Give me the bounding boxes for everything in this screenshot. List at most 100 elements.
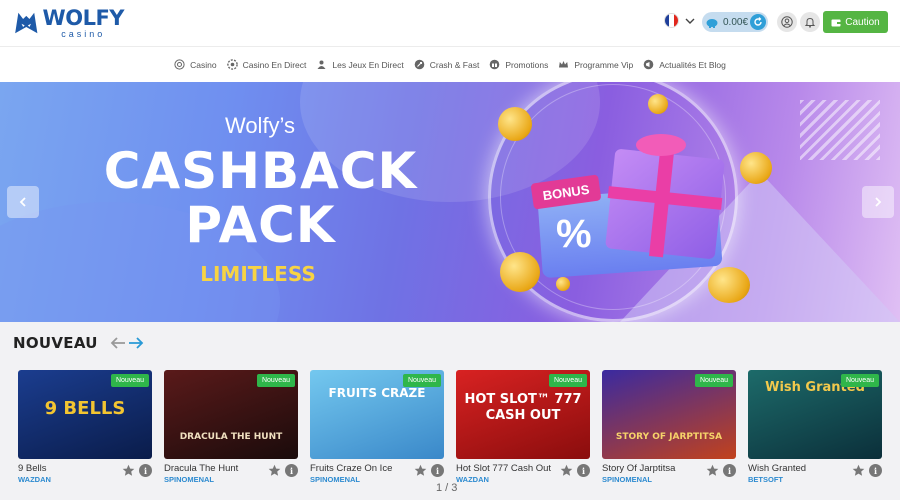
chevron-left-icon — [19, 197, 26, 207]
info-icon[interactable]: i — [723, 464, 736, 477]
new-badge: Nouveau — [402, 374, 441, 387]
game-name: Wish Granted — [748, 463, 807, 474]
game-card[interactable]: FRUITS CRAZE Nouveau Fruits Craze On Ice… — [310, 370, 444, 484]
gift-bow — [636, 134, 686, 156]
promo-banner[interactable]: Wolfy’s CASHBACK PACK LIMITLESS % BONUS — [0, 82, 900, 322]
nav-label: Casino En Direct — [242, 59, 307, 70]
top-header: WOLFY casino 0.00€ Caution — [0, 0, 900, 46]
nav-label: Programme Vip — [574, 59, 634, 70]
gold-coin — [740, 152, 772, 184]
game-thumbnail[interactable]: Wish Granted Nouveau — [748, 370, 882, 459]
deposit-button[interactable]: Caution — [823, 11, 888, 33]
wallet-balance[interactable]: 0.00€ — [702, 12, 768, 32]
game-card[interactable]: Wish Granted Nouveau Wish Granted BETSOF… — [748, 370, 882, 484]
arrow-left-icon[interactable] — [110, 336, 126, 350]
gold-coin — [498, 107, 532, 141]
deposit-label: Caution — [845, 16, 880, 28]
game-thumbnail[interactable]: 9 BELLS Nouveau — [18, 370, 152, 459]
favorite-star-icon[interactable] — [560, 464, 573, 477]
wallet-amount: 0.00€ — [723, 16, 749, 28]
banner-subtitle: Wolfy’s — [224, 113, 296, 138]
nav-item-promotions[interactable]: Promotions — [489, 59, 548, 70]
banner-next-button[interactable] — [862, 186, 894, 218]
banner-tagline: LIMITLESS — [200, 262, 316, 286]
info-icon[interactable]: i — [577, 464, 590, 477]
thumb-title: FRUITS CRAZE — [328, 386, 426, 400]
game-card[interactable]: HOT SLOT™ 777 CASH OUT Nouveau Hot Slot … — [456, 370, 590, 484]
logo-sub-text: casino — [61, 28, 106, 39]
chevron-down-icon — [685, 18, 695, 24]
banner-title: CASHBACK PACK — [103, 142, 418, 254]
game-thumbnail[interactable]: DRACULA THE HUNT Nouveau — [164, 370, 298, 459]
banner-prev-button[interactable] — [7, 186, 39, 218]
game-name: Story Of Jarptitsa — [602, 463, 676, 474]
user-icon — [781, 16, 793, 28]
game-name: Hot Slot 777 Cash Out — [456, 463, 552, 474]
account-button[interactable] — [777, 12, 797, 32]
nav-label: Promotions — [505, 59, 549, 70]
thumb-title: STORY OF JARPTITSA — [615, 432, 723, 442]
megaphone-icon — [643, 59, 654, 70]
new-badge: Nouveau — [548, 374, 587, 387]
nav-label: Les Jeux En Direct — [332, 59, 404, 70]
new-badge: Nouveau — [840, 374, 879, 387]
new-games-carousel: 9 BELLS Nouveau 9 Bells WAZDAN i DRACULA… — [18, 370, 888, 485]
notifications-button[interactable] — [800, 12, 820, 32]
chevron-right-icon — [875, 197, 882, 207]
section-title-new: NOUVEAU — [13, 334, 98, 352]
favorite-star-icon[interactable] — [852, 464, 865, 477]
nav-label: Casino — [190, 59, 217, 70]
carousel-pager: 1 / 3 — [436, 482, 458, 494]
arrow-right-icon[interactable] — [128, 336, 144, 350]
new-badge: Nouveau — [110, 374, 149, 387]
thumb-title: DRACULA THE HUNT — [179, 432, 283, 442]
game-name: Fruits Craze On Ice — [310, 463, 393, 474]
wallet-icon — [831, 19, 841, 26]
percent-symbol: % — [556, 212, 592, 256]
new-badge: Nouveau — [694, 374, 733, 387]
info-icon[interactable]: i — [431, 464, 444, 477]
refresh-icon — [754, 17, 762, 26]
rocket-icon — [414, 59, 425, 70]
nav-label: Actualités Et Blog — [659, 59, 726, 70]
game-card[interactable]: 9 BELLS Nouveau 9 Bells WAZDAN i — [18, 370, 152, 484]
game-name: 9 Bells — [18, 463, 47, 474]
bell-icon — [804, 17, 816, 28]
favorite-star-icon[interactable] — [122, 464, 135, 477]
favorite-star-icon[interactable] — [706, 464, 719, 477]
dealer-icon — [317, 60, 326, 69]
wolf-logo-icon — [15, 12, 38, 34]
game-name: Dracula The Hunt — [164, 463, 239, 474]
refresh-balance-button[interactable] — [750, 14, 766, 30]
nav-item-news-blog[interactable]: Actualités Et Blog — [643, 59, 726, 70]
info-icon[interactable]: i — [869, 464, 882, 477]
info-icon[interactable]: i — [285, 464, 298, 477]
gold-coin — [556, 277, 570, 291]
banner-decor-stripes — [800, 100, 880, 160]
nav-item-vip-program[interactable]: Programme Vip — [558, 59, 633, 70]
nav-item-live-games[interactable]: Les Jeux En Direct — [316, 59, 404, 70]
game-card[interactable]: STORY OF JARPTITSA Nouveau Story Of Jarp… — [602, 370, 736, 484]
nav-item-casino[interactable]: Casino — [174, 59, 217, 70]
thumb-title: 9 BELLS — [44, 398, 126, 419]
game-thumbnail[interactable]: HOT SLOT™ 777 CASH OUT Nouveau — [456, 370, 590, 459]
wolfy-logo[interactable]: WOLFY casino — [12, 5, 125, 40]
game-thumbnail[interactable]: FRUITS CRAZE Nouveau — [310, 370, 444, 459]
main-navigation: Casino Casino En Direct Les Jeux En Dire… — [0, 46, 900, 82]
nav-label: Crash & Fast — [429, 59, 480, 70]
logo-main-text: WOLFY — [42, 5, 125, 30]
info-icon[interactable]: i — [139, 464, 152, 477]
gift-icon — [490, 59, 500, 70]
nav-item-live-casino[interactable]: Casino En Direct — [226, 59, 307, 70]
favorite-star-icon[interactable] — [268, 464, 281, 477]
chip-icon — [174, 59, 185, 70]
game-thumbnail[interactable]: STORY OF JARPTITSA Nouveau — [602, 370, 736, 459]
game-card[interactable]: DRACULA THE HUNT Nouveau Dracula The Hun… — [164, 370, 298, 484]
favorite-star-icon[interactable] — [414, 464, 427, 477]
gold-coin — [708, 267, 750, 303]
crown-icon — [559, 61, 569, 68]
nav-item-crash-fast[interactable]: Crash & Fast — [414, 59, 480, 70]
live-chip-icon — [226, 59, 238, 70]
language-selector[interactable] — [664, 13, 695, 28]
gold-coin — [500, 252, 540, 292]
